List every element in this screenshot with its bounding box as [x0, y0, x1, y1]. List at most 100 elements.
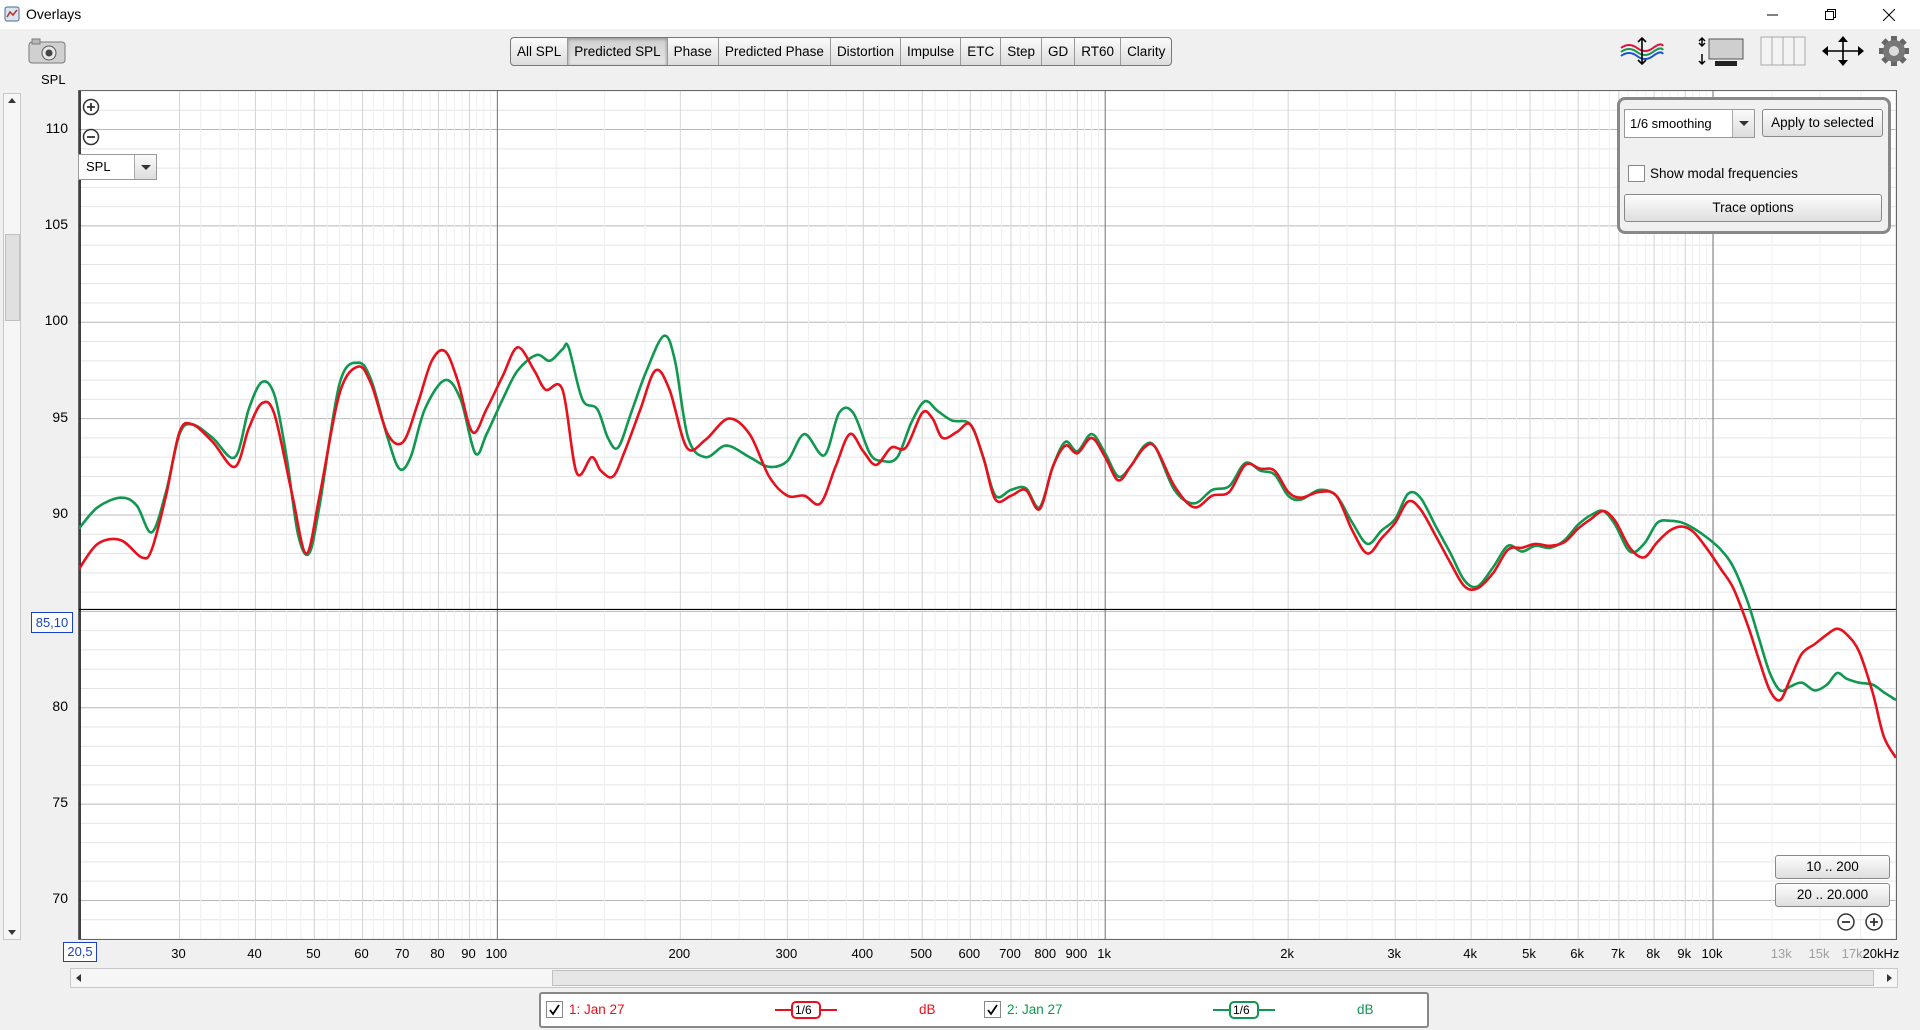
x-tick-label: 80: [430, 946, 445, 961]
legend-trace-2-checkbox[interactable]: [984, 1001, 1001, 1018]
range-20-20000-button[interactable]: 20 .. 20.000: [1775, 883, 1890, 907]
legend-trace-2-smoothing: 1/6: [1233, 1003, 1250, 1017]
cursor-y-readout: 85,10: [31, 612, 73, 633]
zoom-out-icon[interactable]: [1836, 912, 1856, 932]
tab-gd[interactable]: GD: [1042, 38, 1076, 65]
scroll-left-icon[interactable]: [73, 972, 85, 984]
y-tick-label: 90: [52, 505, 68, 521]
graph-tabs: All SPL Predicted SPL Phase Predicted Phase…: [510, 37, 1173, 66]
y-tick-label: 100: [44, 312, 68, 329]
legend-trace-2-unit: dB: [1357, 1002, 1374, 1017]
measure-select-value: SPL: [86, 159, 111, 174]
x-tick-label: 7k: [1610, 946, 1625, 961]
close-button[interactable]: [1860, 0, 1918, 29]
legend-trace-1-checkbox[interactable]: [546, 1001, 563, 1018]
x-tick-label: 40: [247, 946, 262, 961]
restore-icon: [1825, 8, 1836, 20]
x-tick-label: 90: [461, 946, 476, 961]
y-tick-label: 105: [44, 215, 68, 232]
gear-icon[interactable]: [1877, 34, 1911, 68]
tab-predicted-spl[interactable]: Predicted SPL: [568, 38, 668, 65]
modal-frequencies-label: Show modal frequencies: [1650, 166, 1798, 181]
apply-to-selected-button[interactable]: Apply to selected: [1762, 109, 1883, 137]
horizontal-scroll-thumb[interactable]: [552, 970, 1874, 986]
minimize-icon: [1767, 14, 1778, 15]
zoom-controls: [82, 98, 102, 158]
scroll-up-icon[interactable]: [6, 95, 18, 107]
smoothing-select[interactable]: 1/6 smoothing: [1624, 109, 1755, 138]
x-tick-label: 500: [910, 946, 933, 961]
controls-panel: 1/6 smoothing Apply to selected Show mod…: [1617, 97, 1891, 234]
checkmark-icon: [549, 1004, 560, 1016]
legend-trace-1-unit: dB: [919, 1002, 936, 1017]
spl-label: SPL: [41, 72, 66, 87]
tab-all-spl[interactable]: All SPL: [511, 38, 569, 65]
y-tick-label: 95: [52, 408, 68, 425]
tab-phase[interactable]: Phase: [668, 38, 719, 65]
y-tick-label: 110: [45, 119, 68, 136]
x-tick-label: 6k: [1570, 946, 1585, 961]
modal-frequencies-checkbox[interactable]: [1628, 165, 1645, 182]
horizontal-scrollbar[interactable]: [70, 968, 1898, 988]
x-tick-label: 600: [958, 946, 981, 961]
x-tick-label: 17k: [1841, 946, 1863, 961]
checkmark-icon: [987, 1004, 998, 1016]
y-tick-label: 70: [52, 890, 68, 907]
camera-icon[interactable]: [28, 38, 66, 64]
x-tick-label: 13k: [1770, 946, 1792, 961]
x-tick-label: 3k: [1387, 946, 1402, 961]
x-tick-label: 60: [354, 946, 369, 961]
scroll-down-icon[interactable]: [6, 926, 18, 938]
tab-etc[interactable]: ETC: [961, 38, 1002, 65]
scroll-right-icon[interactable]: [1883, 972, 1895, 984]
close-icon: [1883, 8, 1895, 21]
tab-predicted-phase[interactable]: Predicted Phase: [719, 38, 831, 65]
x-tick-label: 20kHz: [1862, 946, 1900, 961]
x-tick-label: 200: [668, 946, 691, 961]
restore-button[interactable]: [1802, 0, 1860, 29]
x-tick-label: 300: [775, 946, 798, 961]
vertical-scroll-thumb[interactable]: [5, 234, 20, 321]
x-tick-label: 400: [851, 946, 874, 961]
trace-options-button[interactable]: Trace options: [1624, 194, 1882, 222]
zoom-in-icon[interactable]: [82, 98, 100, 116]
window-title: Overlays: [26, 6, 82, 22]
x-tick-label: 800: [1034, 946, 1057, 961]
zoom-out-icon[interactable]: [82, 128, 100, 146]
x-tick-label: 2k: [1280, 946, 1295, 961]
layout-columns-icon[interactable]: [1760, 34, 1806, 68]
legend-trace-2-label: 2: Jan 27: [1007, 1002, 1063, 1017]
tab-distortion[interactable]: Distortion: [831, 38, 901, 65]
x-tick-label: 15k: [1808, 946, 1830, 961]
tab-clarity[interactable]: Clarity: [1121, 38, 1171, 65]
x-tick-label: 5k: [1522, 946, 1536, 961]
chevron-down-icon: [1739, 121, 1749, 126]
measure-select-dropdown[interactable]: [134, 155, 156, 179]
measure-select[interactable]: SPL: [78, 154, 157, 180]
app-icon: [4, 6, 20, 22]
vertical-scrollbar[interactable]: [3, 93, 21, 940]
legend: 1: Jan 27 1/6 dB 2: Jan 27 1/6 dB: [539, 992, 1429, 1028]
smoothing-dropdown[interactable]: [1732, 110, 1754, 137]
x-tick-label: 100: [485, 946, 508, 961]
zoom-in-icon[interactable]: [1864, 912, 1884, 932]
x-tick-label: 10k: [1701, 946, 1723, 961]
x-tick-label: 8k: [1646, 946, 1660, 961]
overlay-traces-icon[interactable]: [1619, 34, 1665, 68]
x-tick-label: 900: [1065, 946, 1088, 961]
x-tick-label: 700: [999, 946, 1021, 961]
tab-rt60[interactable]: RT60: [1075, 38, 1122, 65]
legend-trace-1-smoothing: 1/6: [795, 1003, 812, 1017]
y-tick-label: 80: [52, 697, 68, 714]
minimize-button[interactable]: [1744, 0, 1802, 29]
range-10-200-button[interactable]: 10 .. 200: [1775, 855, 1890, 879]
move-arrows-icon[interactable]: [1820, 34, 1866, 68]
tab-step[interactable]: Step: [1001, 38, 1043, 65]
x-tick-label: 1k: [1097, 946, 1112, 961]
controls-panel-icon[interactable]: [1697, 34, 1745, 68]
tab-impulse[interactable]: Impulse: [901, 38, 962, 65]
x-tick-label: 70: [394, 946, 410, 961]
legend-trace-1-label: 1: Jan 27: [569, 1002, 625, 1017]
x-tick-label: 30: [171, 946, 186, 961]
x-tick-label: 9k: [1677, 946, 1692, 961]
